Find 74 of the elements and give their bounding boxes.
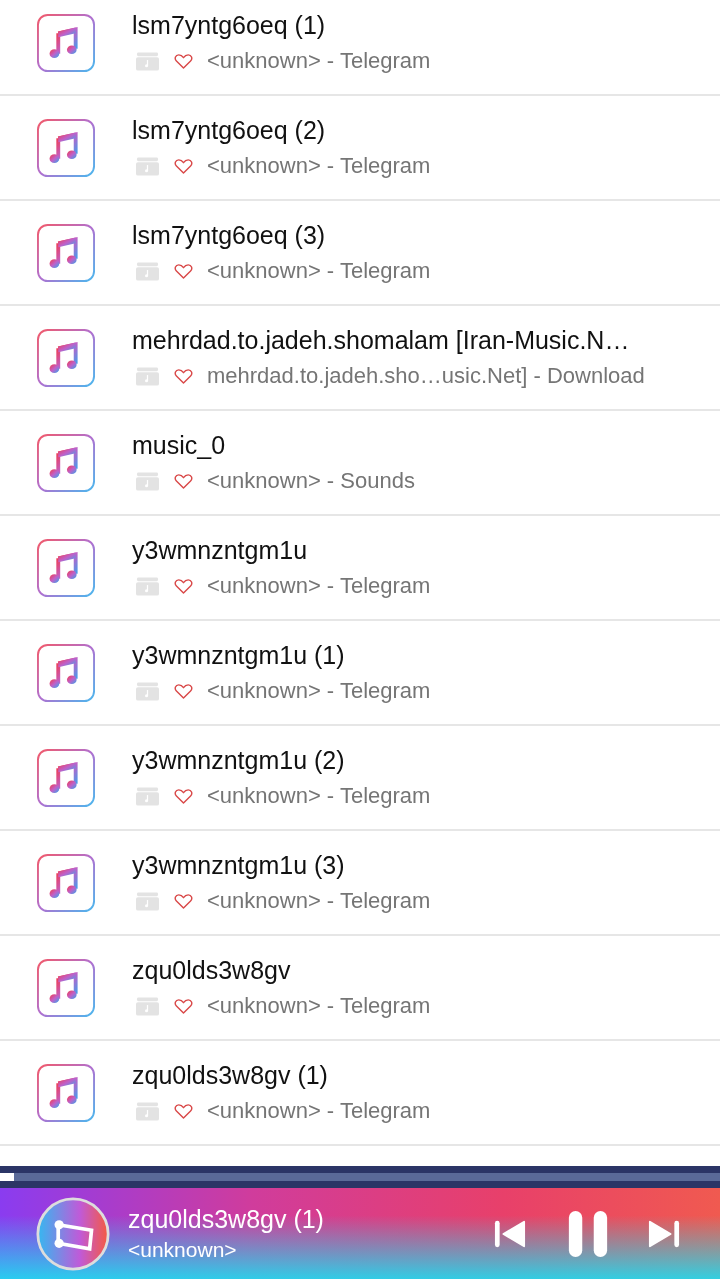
song-details: <unknown> - Sounds [207,468,415,494]
folder-icon [136,51,159,71]
song-row[interactable]: y3wmnzntgm1u (1) <unknown> - Telegram [0,621,720,726]
folder-icon [136,156,159,176]
music-note-icon [37,1063,95,1122]
folder-icon [136,1101,159,1121]
song-title: y3wmnzntgm1u (2) [132,746,346,775]
song-row[interactable]: lsm7yntg6oeq (2) <unknown> - Telegram [0,96,720,201]
song-title: y3wmnzntgm1u [132,536,309,565]
music-note-icon [37,328,95,387]
song-row[interactable]: y3wmnzntgm1u (3) <unknown> - Telegram [0,831,720,936]
song-title: music_0 [132,431,227,460]
song-row[interactable]: lsm7yntg6oeq (1) <unknown> - Telegram [0,0,720,96]
song-title: y3wmnzntgm1u (3) [132,851,346,880]
song-details: <unknown> - Telegram [207,48,431,74]
music-note-icon [37,853,95,912]
song-title: lsm7yntg6oeq (3) [132,221,327,250]
music-note-icon [37,958,95,1017]
next-icon[interactable] [648,1218,680,1249]
song-title: lsm7yntg6oeq (2) [132,116,327,145]
song-row[interactable]: music_0 <unknown> - Sounds [0,411,720,516]
song-title: zqu0lds3w8gv (1) [132,1061,329,1090]
song-row[interactable]: lsm7yntg6oeq (3) <unknown> - Telegram [0,201,720,306]
music-note-icon [37,118,95,177]
heart-icon[interactable] [174,892,193,910]
heart-icon[interactable] [174,262,193,280]
folder-icon [136,996,159,1016]
folder-icon [136,891,159,911]
now-playing-title: zqu0lds3w8gv (1) [128,1205,325,1234]
song-details: <unknown> - Telegram [207,153,431,179]
song-details: <unknown> - Telegram [207,888,431,914]
song-details: <unknown> - Telegram [207,1098,431,1124]
music-note-icon [37,748,95,807]
song-details: <unknown> - Telegram [207,258,431,284]
heart-icon[interactable] [174,472,193,490]
heart-icon[interactable] [174,1102,193,1120]
heart-icon[interactable] [174,157,193,175]
heart-icon[interactable] [174,682,193,700]
song-title: zqu0lds3w8gv [132,956,292,985]
player-bar[interactable]: zqu0lds3w8gv (1) <unknown> [0,1188,720,1279]
music-note-icon [37,433,95,492]
music-note-icon [37,13,95,72]
folder-icon [136,471,159,491]
now-playing-artist: <unknown> [128,1238,238,1262]
song-row[interactable]: y3wmnzntgm1u <unknown> - Telegram [0,516,720,621]
song-title: y3wmnzntgm1u (1) [132,641,346,670]
music-note-icon [37,643,95,702]
folder-icon [136,576,159,596]
progress-bar[interactable] [0,1166,720,1188]
song-details: <unknown> - Telegram [207,573,431,599]
folder-icon [136,681,159,701]
heart-icon[interactable] [174,367,193,385]
heart-icon[interactable] [174,577,193,595]
song-row[interactable]: zqu0lds3w8gv <unknown> - Telegram [0,936,720,1041]
heart-icon[interactable] [174,787,193,805]
song-row[interactable]: zqu0lds3w8gv (1) <unknown> - Telegram [0,1041,720,1146]
music-note-icon [37,538,95,597]
song-title: mehrdad.to.jadeh.shomalam [Iran-Music.N… [132,326,631,355]
previous-icon[interactable] [494,1218,526,1249]
folder-icon [136,261,159,281]
music-note-icon [37,223,95,282]
song-details: <unknown> - Telegram [207,678,431,704]
heart-icon[interactable] [174,52,193,70]
album-art-icon [36,1196,110,1271]
pause-icon[interactable] [566,1208,610,1259]
song-details: mehrdad.to.jadeh.sho…usic.Net] - Download [207,363,645,389]
song-row[interactable]: y3wmnzntgm1u (2) <unknown> - Telegram [0,726,720,831]
song-row[interactable]: mehrdad.to.jadeh.shomalam [Iran-Music.N… mehrdad.to.jadeh.sho…usic.Net] - Download [0,306,720,411]
song-title: lsm7yntg6oeq (1) [132,11,327,40]
song-details: <unknown> - Telegram [207,993,431,1019]
song-details: <unknown> - Telegram [207,783,431,809]
heart-icon[interactable] [174,997,193,1015]
folder-icon [136,786,159,806]
folder-icon [136,366,159,386]
